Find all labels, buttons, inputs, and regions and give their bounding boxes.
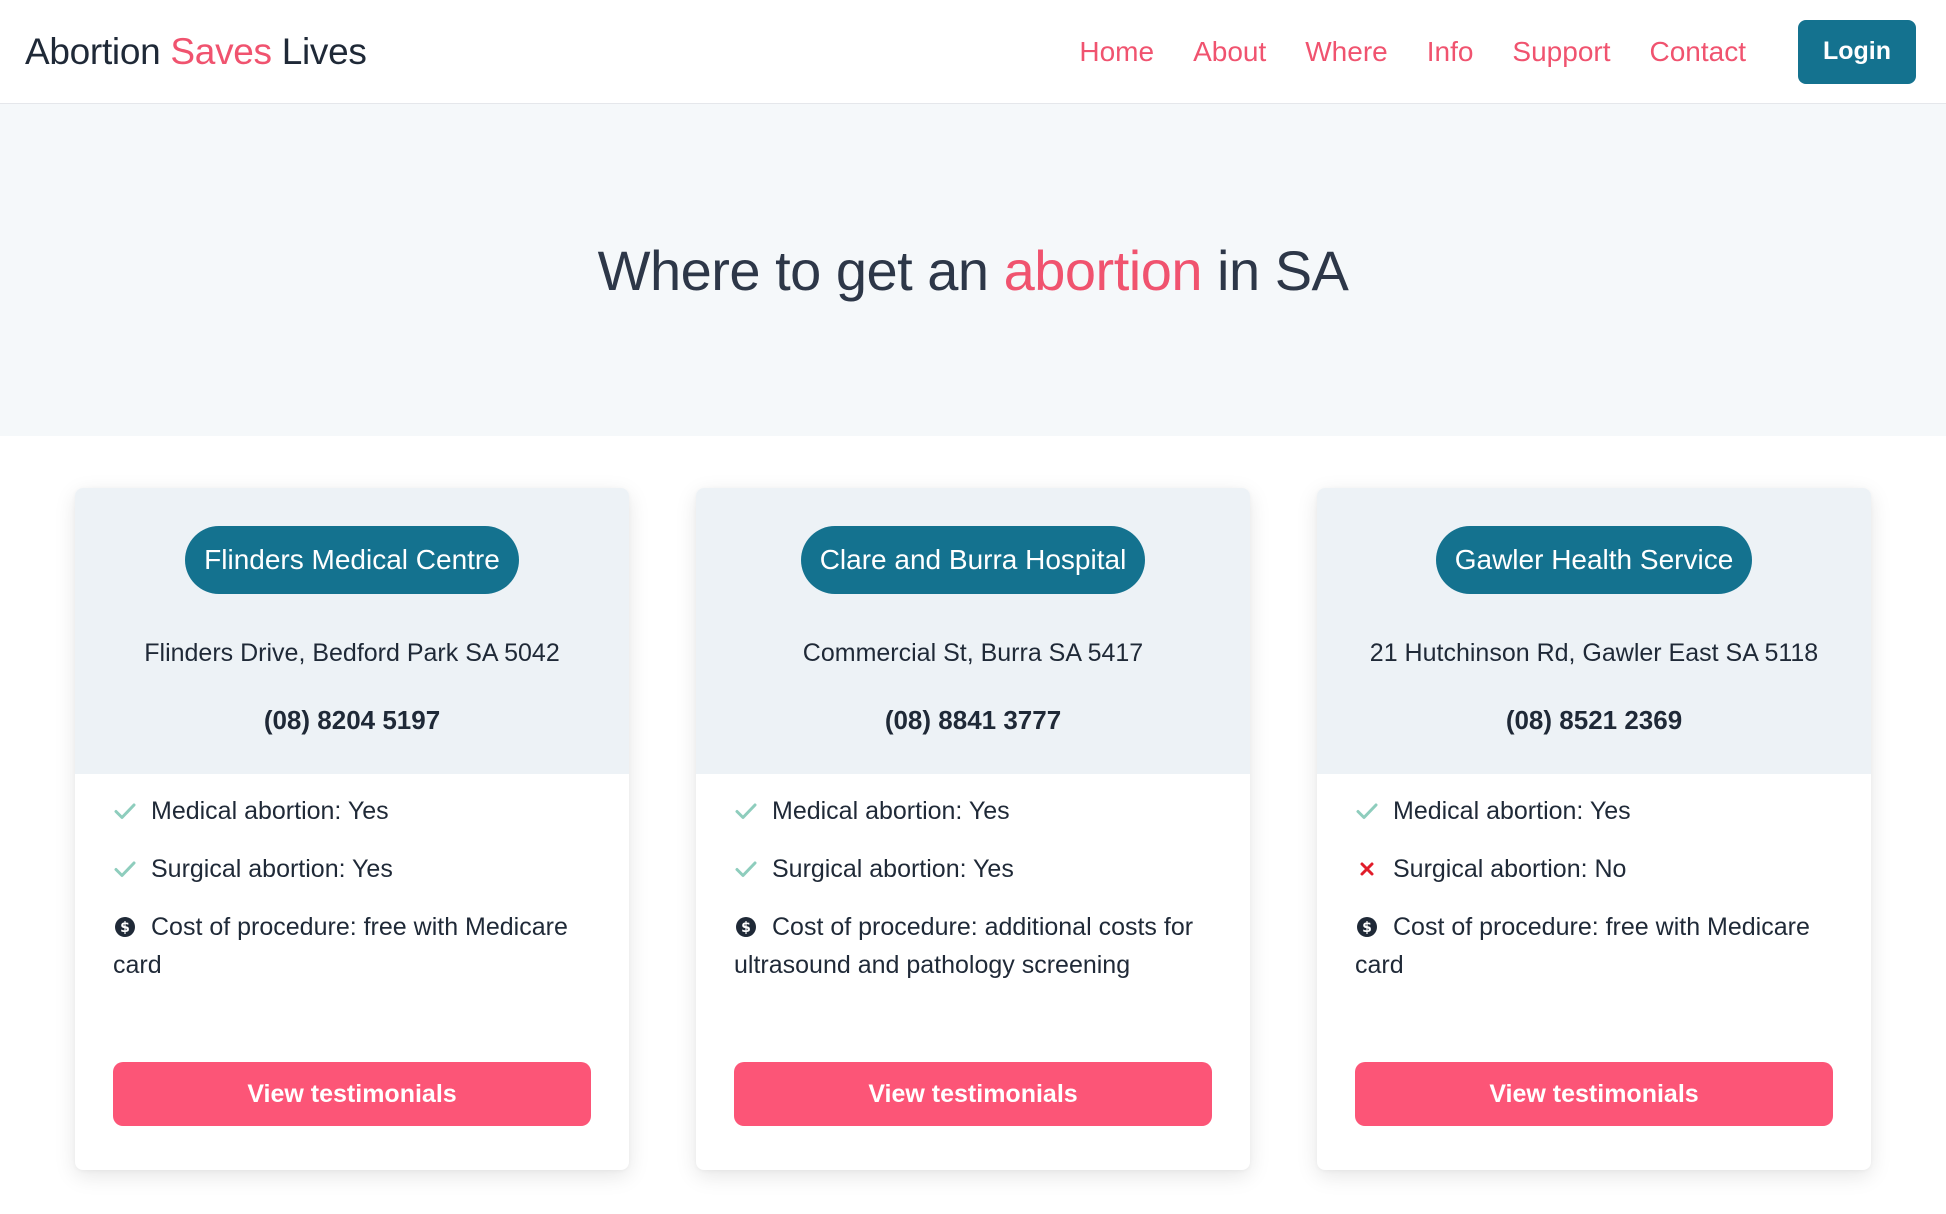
feature-medical: Medical abortion: Yes [113, 792, 591, 830]
feature-text: Surgical abortion: No [1393, 855, 1627, 883]
view-testimonials-button[interactable]: View testimonials [113, 1062, 591, 1126]
logo-word-3: Lives [281, 30, 367, 72]
feature-text: Cost of procedure: free with Medicare ca… [1355, 913, 1810, 979]
card-header: Gawler Health Service 21 Hutchinson Rd, … [1317, 488, 1871, 774]
feature-list: Medical abortion: Yes Surgical abortion:… [1355, 792, 1833, 1062]
feature-text: Medical abortion: Yes [772, 797, 1010, 825]
feature-cost: $ Cost of procedure: additional costs for… [734, 908, 1212, 984]
title-post: in SA [1217, 238, 1349, 302]
feature-medical: Medical abortion: Yes [734, 792, 1212, 830]
feature-text: Cost of procedure: additional costs for … [734, 913, 1194, 979]
feature-text: Medical abortion: Yes [151, 797, 389, 825]
card-header: Flinders Medical Centre Flinders Drive, … [75, 488, 629, 774]
provider-name: Clare and Burra Hospital [800, 526, 1146, 594]
cross-icon [1355, 854, 1379, 878]
provider-phone[interactable]: (08) 8521 2369 [1506, 705, 1682, 736]
provider-card: Flinders Medical Centre Flinders Drive, … [75, 488, 629, 1170]
logo-word-1: Abortion [25, 30, 161, 72]
main-nav: Home About Where Info Support Contact Lo… [1040, 19, 1916, 84]
feature-cost: $ Cost of procedure: free with Medicare c… [113, 908, 591, 984]
nav-about[interactable]: About [1193, 36, 1266, 68]
nav-where[interactable]: Where [1305, 36, 1387, 68]
feature-text: Surgical abortion: Yes [151, 855, 393, 883]
login-button[interactable]: Login [1798, 19, 1916, 84]
provider-address: Commercial St, Burra SA 5417 [802, 639, 1144, 667]
card-body: Medical abortion: Yes Surgical abortion:… [75, 774, 629, 1170]
feature-list: Medical abortion: Yes Surgical abortion:… [734, 792, 1212, 1062]
provider-card: Clare and Burra Hospital Commercial St, … [696, 488, 1250, 1170]
card-header: Clare and Burra Hospital Commercial St, … [696, 488, 1250, 774]
dollar-icon: $ [734, 912, 758, 937]
svg-text:$: $ [741, 920, 751, 936]
check-icon [113, 854, 137, 878]
site-logo[interactable]: Abortion Saves Lives [25, 31, 367, 73]
feature-text: Cost of procedure: free with Medicare ca… [113, 913, 568, 979]
provider-phone[interactable]: (08) 8841 3777 [885, 705, 1061, 736]
view-testimonials-button[interactable]: View testimonials [1355, 1062, 1833, 1126]
svg-text:$: $ [120, 920, 130, 936]
card-body: Medical abortion: Yes Surgical abortion:… [696, 774, 1250, 1170]
feature-list: Medical abortion: Yes Surgical abortion:… [113, 792, 591, 1062]
provider-card: Gawler Health Service 21 Hutchinson Rd, … [1317, 488, 1871, 1170]
check-icon [734, 796, 758, 820]
site-header: Abortion Saves Lives Home About Where In… [0, 0, 1946, 104]
provider-phone[interactable]: (08) 8204 5197 [264, 705, 440, 736]
provider-name: Flinders Medical Centre [185, 526, 519, 594]
feature-surgical: Surgical abortion: Yes [113, 850, 591, 888]
hero-section: Where to get an abortion in SA [0, 104, 1946, 436]
title-accent: abortion [1003, 238, 1203, 302]
provider-address: Flinders Drive, Bedford Park SA 5042 [144, 639, 560, 667]
provider-address: 21 Hutchinson Rd, Gawler East SA 5118 [1369, 639, 1819, 667]
nav-home[interactable]: Home [1079, 36, 1154, 68]
logo-word-2: Saves [170, 30, 272, 72]
check-icon [734, 854, 758, 878]
feature-text: Medical abortion: Yes [1393, 797, 1631, 825]
feature-surgical: Surgical abortion: No [1355, 850, 1833, 888]
view-testimonials-button[interactable]: View testimonials [734, 1062, 1212, 1126]
check-icon [113, 796, 137, 820]
nav-contact[interactable]: Contact [1650, 36, 1747, 68]
page-title: Where to get an abortion in SA [598, 238, 1349, 303]
card-body: Medical abortion: Yes Surgical abortion:… [1317, 774, 1871, 1170]
nav-support[interactable]: Support [1512, 36, 1610, 68]
svg-text:$: $ [1362, 920, 1372, 936]
feature-surgical: Surgical abortion: Yes [734, 850, 1212, 888]
nav-info[interactable]: Info [1427, 36, 1474, 68]
dollar-icon: $ [113, 912, 137, 937]
feature-medical: Medical abortion: Yes [1355, 792, 1833, 830]
feature-text: Surgical abortion: Yes [772, 855, 1014, 883]
provider-name: Gawler Health Service [1435, 526, 1753, 594]
check-icon [1355, 796, 1379, 820]
provider-cards: Flinders Medical Centre Flinders Drive, … [0, 436, 1946, 1170]
feature-cost: $ Cost of procedure: free with Medicare c… [1355, 908, 1833, 984]
dollar-icon: $ [1355, 912, 1379, 937]
title-pre: Where to get an [597, 238, 989, 302]
